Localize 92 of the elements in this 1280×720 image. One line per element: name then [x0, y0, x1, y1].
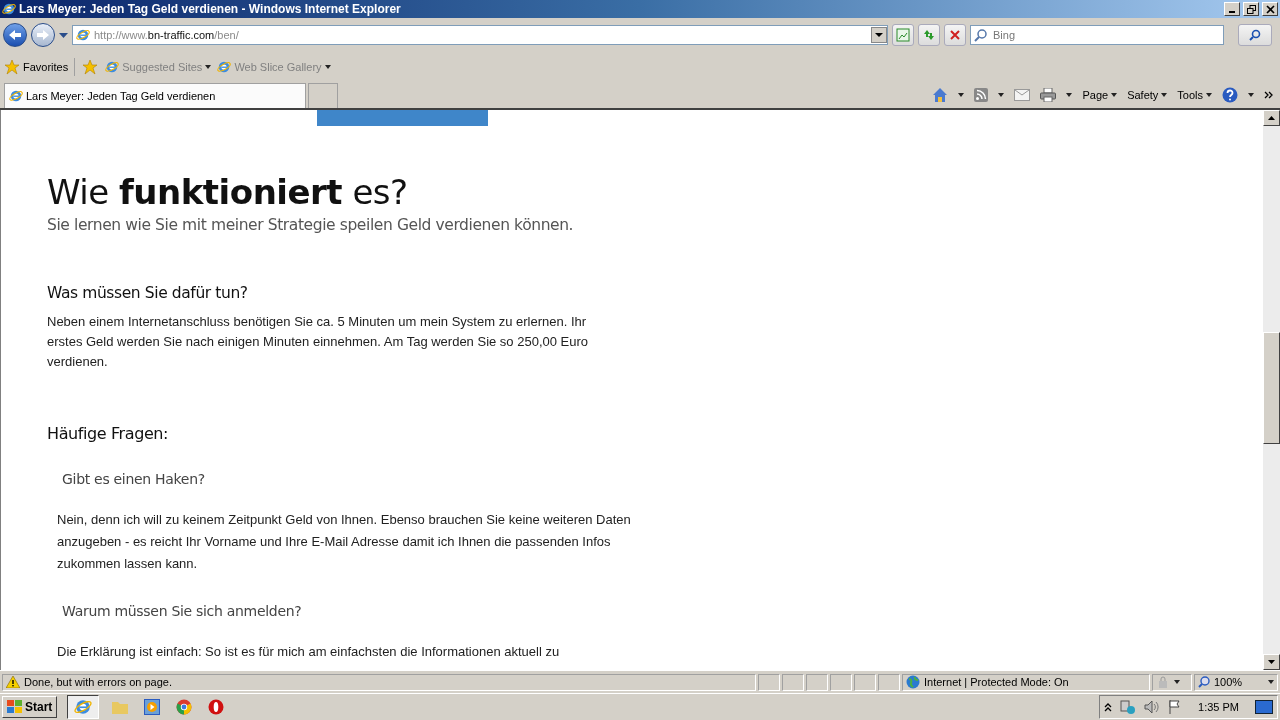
up-arrow-icon	[1268, 116, 1275, 120]
flag-icon[interactable]	[1168, 699, 1183, 715]
caret-icon	[1268, 680, 1274, 684]
play-icon	[144, 699, 161, 715]
chevron-icon[interactable]	[1264, 91, 1274, 99]
close-button[interactable]	[1262, 2, 1278, 16]
scroll-thumb[interactable]	[1263, 332, 1280, 444]
status-pane	[758, 673, 780, 691]
star-icon	[82, 59, 99, 75]
browser-icon	[105, 60, 120, 74]
restore-icon	[1246, 4, 1256, 14]
browser-icon	[74, 698, 93, 716]
caret-icon	[1248, 93, 1254, 97]
question-heading: Warum müssen Sie sich anmelden?	[62, 603, 303, 619]
status-pane	[830, 673, 852, 691]
search-field[interactable]: Bing	[970, 25, 1224, 45]
chrome-icon	[176, 699, 193, 715]
menu-button[interactable]: Page	[1082, 89, 1118, 101]
question-heading: Gibt es einen Haken?	[62, 471, 206, 487]
browser-icon	[76, 28, 90, 42]
down-arrow-icon	[1268, 660, 1275, 664]
forward-button[interactable]	[31, 23, 55, 47]
close-icon	[949, 29, 961, 41]
warning-icon	[6, 676, 20, 688]
caret-icon	[324, 65, 331, 69]
clock[interactable]: 1:35 PM	[1198, 701, 1239, 713]
refresh-button[interactable]	[918, 24, 940, 46]
speaker-icon[interactable]	[1144, 699, 1161, 715]
caret-icon	[1066, 93, 1073, 97]
lock-icon	[1156, 676, 1170, 688]
page-heading: Wie funktioniert es?	[47, 172, 409, 212]
star-icon	[4, 59, 20, 75]
caret-icon	[1161, 93, 1168, 97]
chart-page-icon	[896, 28, 910, 42]
window-title: Lars Meyer: Jeden Tag Geld verdienen - Windows Internet Explorer	[19, 2, 402, 16]
scrollbar[interactable]	[1263, 110, 1280, 670]
menu-button[interactable]: Safety	[1127, 89, 1168, 101]
back-arrow-icon	[8, 29, 22, 41]
address-field[interactable]: http://www.bn-traffic.com/ben/	[72, 25, 888, 45]
browser-icon	[217, 60, 232, 74]
taskbar-browser-button[interactable]	[67, 695, 100, 719]
restore-button[interactable]	[1243, 2, 1259, 16]
globe-icon	[906, 675, 920, 689]
caret-icon	[1174, 680, 1180, 684]
start-button[interactable]: Start	[2, 696, 58, 718]
status-pane	[782, 673, 804, 691]
windows-icon	[7, 700, 23, 714]
feed-icon[interactable]	[974, 88, 989, 102]
stop-button[interactable]	[944, 24, 966, 46]
section-text: Neben einem Internetanschluss benötigen Sie ca. 5 Minuten um mein System zu erlernen. Ihr erstes Geld werden Sie nach einigen Minuten einnehmen. Am Tag werden Sie so 250,00 Euro verdienen.	[47, 313, 590, 371]
search-icon	[974, 28, 988, 42]
browser-tab[interactable]: Lars Meyer: Jeden Tag Geld verdienen	[4, 83, 306, 108]
minimize-button[interactable]	[1224, 2, 1240, 16]
mail-icon[interactable]	[1014, 89, 1031, 101]
lock-button[interactable]	[1152, 673, 1192, 691]
printer-icon[interactable]	[1040, 88, 1057, 102]
status-pane	[854, 673, 876, 691]
caret-icon[interactable]	[59, 32, 68, 38]
zoom-button[interactable]: 100%	[1194, 673, 1278, 691]
answer-text: Die Erklärung ist einfach: So ist es für mich am einfachsten die Informationen aktuell zu	[57, 643, 561, 661]
help-icon[interactable]	[1222, 87, 1238, 103]
caret-icon	[1206, 93, 1212, 97]
refresh-icon	[922, 28, 936, 42]
chevron-up-icon[interactable]	[1104, 702, 1113, 712]
browser-icon	[2, 2, 16, 16]
menu-button[interactable]: Tools	[1177, 89, 1212, 101]
opera-icon	[208, 699, 225, 715]
caret-icon	[875, 33, 883, 37]
section-heading: Was müssen Sie dafür tun?	[47, 284, 249, 302]
back-button[interactable]	[3, 23, 27, 47]
caret-icon	[205, 65, 212, 69]
caret-icon	[958, 93, 965, 97]
home-icon[interactable]	[932, 87, 949, 103]
dropdown-button[interactable]	[871, 27, 887, 43]
favorites-button[interactable]: Favorites	[4, 59, 69, 75]
search-button[interactable]	[1238, 24, 1272, 46]
security-zone[interactable]: Internet | Protected Mode: On	[902, 673, 1150, 691]
status-pane	[806, 673, 828, 691]
browser-icon	[9, 89, 23, 103]
page-subheading: Sie lernen wie Sie mit meiner Strategie speilen Geld verdienen können.	[47, 216, 575, 234]
status-message: Done, but with errors on page.	[2, 673, 756, 691]
section-heading: Häufige Fragen:	[47, 424, 170, 443]
search-icon	[1249, 29, 1261, 41]
zoom-icon	[1198, 676, 1210, 688]
status-pane	[878, 673, 900, 691]
forward-arrow-icon	[36, 29, 50, 41]
caret-icon	[998, 93, 1005, 97]
caret-icon	[1111, 93, 1118, 97]
folder-icon	[111, 699, 130, 715]
close-icon	[1265, 4, 1275, 14]
show-desktop-icon[interactable]	[1255, 699, 1273, 715]
answer-text: Nein, denn ich will zu keinem Zeitpunkt Geld von Ihnen. Ebenso brauchen Sie keine weiteren Daten anzugeben - es reicht Ihr Vorname und Ihre E-Mail Adresse damit ich Ihnen die passenden Infos zukommen lassen kann.	[57, 511, 632, 573]
